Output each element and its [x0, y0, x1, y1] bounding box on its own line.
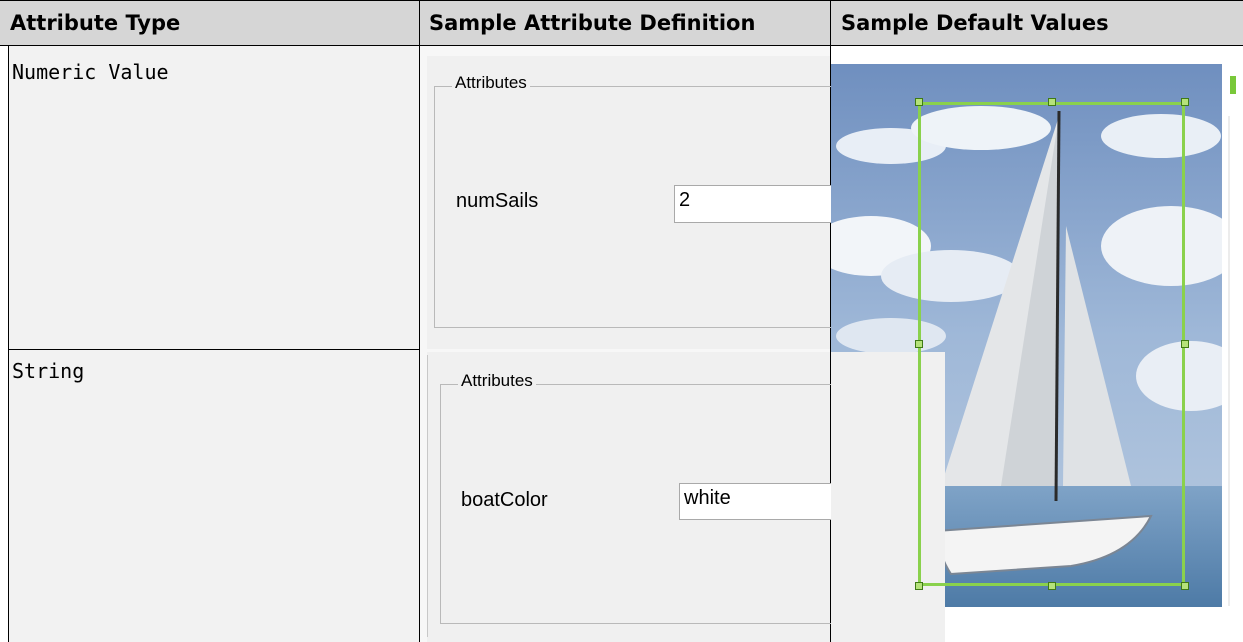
header-attribute-type: Attribute Type [10, 11, 181, 35]
header-sample-default-values: Sample Default Values [841, 11, 1109, 35]
bbox-handle-bottom-left[interactable] [915, 582, 923, 590]
bbox-handle-middle-right[interactable] [1181, 340, 1189, 348]
image-bottom-mask [945, 607, 1243, 642]
header-sample-attribute-definition: Sample Attribute Definition [429, 11, 756, 35]
boat-color-label: boatColor [461, 489, 548, 511]
bbox-handle-top-right[interactable] [1181, 98, 1189, 106]
row1-col1-cell [9, 46, 419, 349]
row1-attributes-title: Attributes [452, 73, 530, 93]
table-header-row: Attribute Type Sample Attribute Definiti… [0, 0, 1243, 46]
bbox-handle-middle-left[interactable] [915, 340, 923, 348]
bbox-handle-bottom-right[interactable] [1181, 582, 1189, 590]
row2-panel-edge [427, 355, 428, 637]
grid-line-row-divider [8, 349, 420, 350]
grid-line-left [8, 46, 9, 642]
bbox-handle-bottom-middle[interactable] [1048, 582, 1056, 590]
bounding-box[interactable] [918, 102, 1185, 586]
num-sails-input[interactable]: 2 [674, 185, 834, 223]
grid-line-col1 [419, 0, 420, 642]
row2-attributes-title: Attributes [458, 371, 536, 391]
bbox-handle-top-left[interactable] [915, 98, 923, 106]
row2-col1-cell [9, 350, 419, 642]
num-sails-label: numSails [456, 190, 539, 212]
bbox-handle-top-middle[interactable] [1048, 98, 1056, 106]
row1-attribute-type: Numeric Value [12, 60, 169, 84]
row2-attribute-type: String [12, 359, 85, 383]
